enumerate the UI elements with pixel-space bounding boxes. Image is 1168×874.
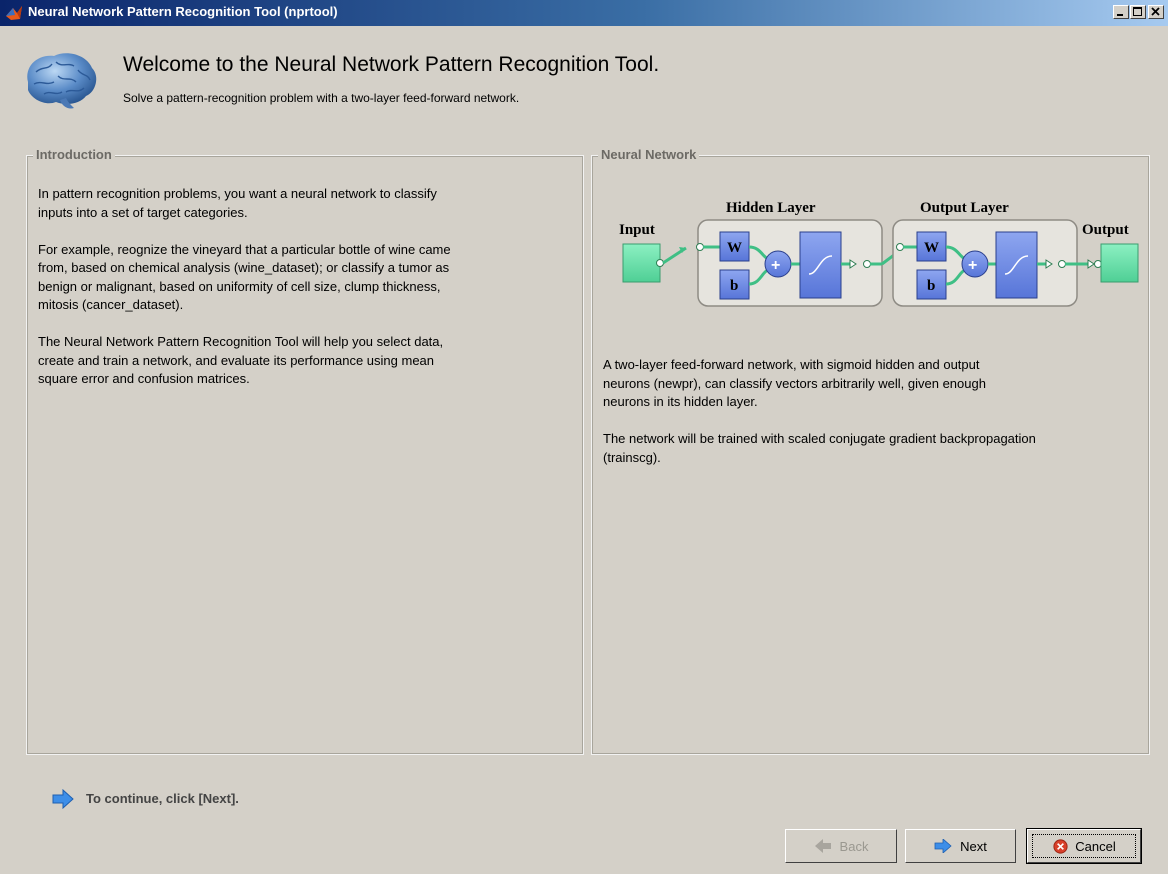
output-node <box>1100 243 1139 283</box>
intro-line: benign or malignant, based on uniformity… <box>38 278 441 294</box>
output-layer-label: Output Layer <box>920 200 1009 216</box>
input-node <box>622 243 661 283</box>
header: Welcome to the Neural Network Pattern Re… <box>0 26 1168 136</box>
cancel-button[interactable]: Cancel <box>1026 828 1142 864</box>
intro-line: from, based on chemical analysis (wine_d… <box>38 260 450 275</box>
back-button[interactable]: Back <box>785 829 897 863</box>
page-title: Welcome to the Neural Network Pattern Re… <box>123 53 660 76</box>
next-button[interactable]: Next <box>905 829 1016 863</box>
minimize-icon <box>1117 14 1123 16</box>
window-title: Neural Network Pattern Recognition Tool … <box>28 4 338 19</box>
neural-network-panel-title: Neural Network <box>598 147 700 162</box>
intro-line: inputs into a set of target categories. <box>38 204 248 220</box>
introduction-text: In pattern recognition problems, you wan… <box>38 185 451 389</box>
hidden-bias-symbol: b <box>730 278 738 294</box>
title-bar[interactable]: Neural Network Pattern Recognition Tool … <box>0 0 1168 26</box>
brain-icon <box>27 53 97 109</box>
maximize-icon <box>1133 7 1142 16</box>
network-line: The network will be trained with scaled … <box>603 431 1036 446</box>
network-line: A two-layer feed-forward network, with s… <box>603 357 980 372</box>
output-weight-symbol: W <box>924 240 939 256</box>
matlab-logo-icon <box>6 6 22 20</box>
network-line: neurons in its hidden layer. <box>603 394 758 409</box>
network-line: (trainscg). <box>603 449 661 465</box>
close-icon <box>1151 7 1160 16</box>
maximize-button[interactable] <box>1130 5 1146 19</box>
introduction-panel-title: Introduction <box>33 147 115 162</box>
close-button[interactable] <box>1148 5 1164 19</box>
back-button-label: Back <box>839 838 869 854</box>
neural-network-text: A two-layer feed-forward network, with s… <box>603 356 1036 467</box>
intro-line: square error and confusion matrices. <box>38 371 250 386</box>
intro-line: mitosis (cancer_dataset). <box>38 297 184 312</box>
focus-ring <box>1032 834 1136 858</box>
hidden-weight-symbol: W <box>727 240 742 256</box>
network-line: neurons (newpr), can classify vectors ar… <box>603 375 986 391</box>
intro-line: create and train a network, and evaluate… <box>38 352 435 368</box>
hidden-layer-label: Hidden Layer <box>726 200 816 216</box>
arrow-left-icon <box>814 839 831 853</box>
continue-hint: To continue, click [Next]. <box>86 791 239 806</box>
input-label: Input <box>619 222 655 238</box>
intro-line: For example, reognize the vineyard that … <box>38 241 451 257</box>
intro-line: In pattern recognition problems, you wan… <box>38 186 437 201</box>
page-subtitle: Solve a pattern-recognition problem with… <box>123 91 520 105</box>
output-bias-symbol: b <box>927 278 935 294</box>
minimize-button[interactable] <box>1113 5 1129 19</box>
network-diagram: Input Hidden Layer Output Layer Output W… <box>619 200 1139 307</box>
arrow-right-icon <box>934 839 952 853</box>
output-label: Output <box>1082 222 1129 238</box>
output-sum-symbol: + <box>968 257 977 274</box>
arrow-right-icon <box>52 789 74 809</box>
next-button-label: Next <box>960 838 987 854</box>
app-window: Neural Network Pattern Recognition Tool … <box>0 0 1168 874</box>
intro-line: The Neural Network Pattern Recognition T… <box>38 334 444 349</box>
hidden-sum-symbol: + <box>771 257 780 274</box>
